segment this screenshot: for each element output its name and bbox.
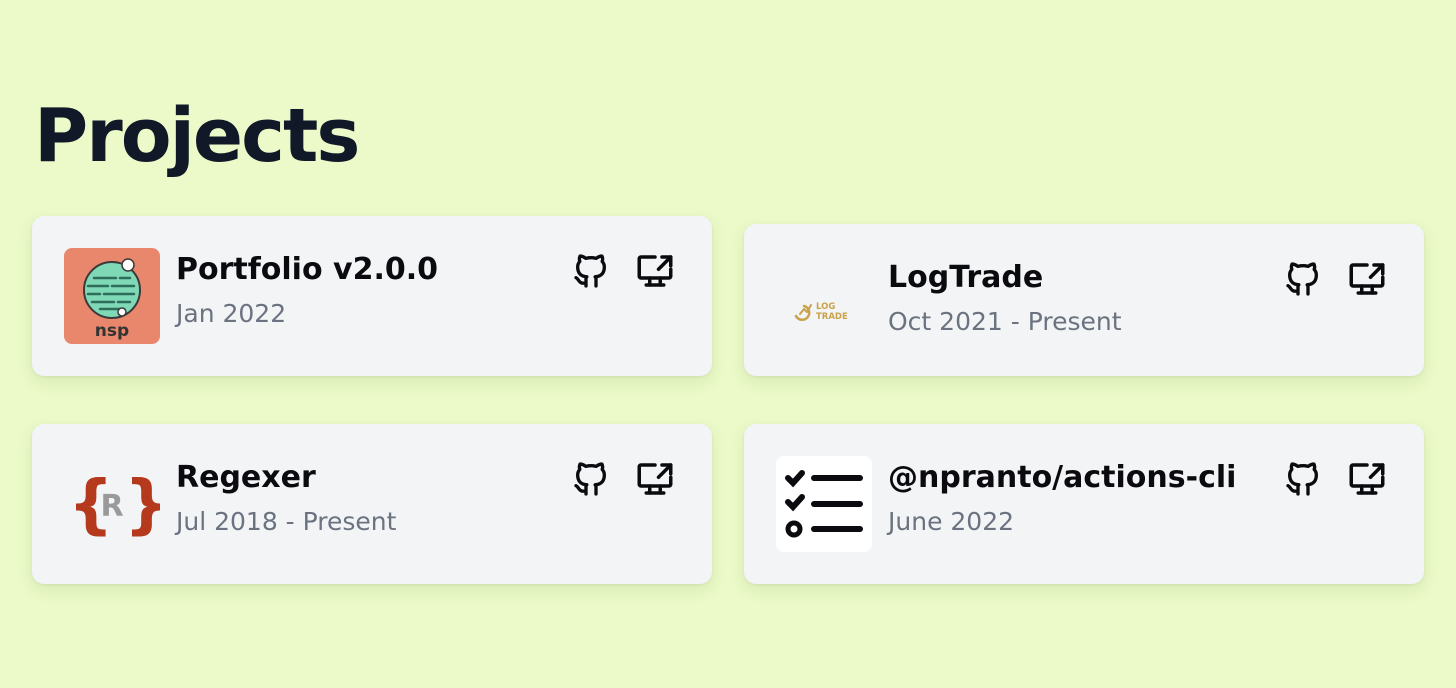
- svg-text:TRADE: TRADE: [816, 312, 848, 322]
- svg-text:nsp: nsp: [95, 321, 129, 341]
- github-icon[interactable]: [1282, 458, 1324, 500]
- project-card-logtrade[interactable]: LOG TRADE LogTrade Oct 2021 - Present: [744, 224, 1424, 376]
- project-date: Jan 2022: [176, 299, 287, 328]
- external-link-monitor-icon[interactable]: [1346, 458, 1388, 500]
- github-icon[interactable]: [570, 250, 612, 292]
- project-date: Jul 2018 - Present: [176, 507, 397, 536]
- checklist-logo: [776, 456, 872, 552]
- regexer-logo: { } R: [64, 456, 160, 552]
- external-link-monitor-icon[interactable]: [1346, 258, 1388, 300]
- external-link-monitor-icon[interactable]: [634, 458, 676, 500]
- logtrade-logo: LOG TRADE: [776, 256, 872, 352]
- github-icon[interactable]: [1282, 258, 1324, 300]
- svg-text:LOG: LOG: [816, 302, 835, 312]
- svg-text:R: R: [100, 489, 123, 524]
- project-card-regexer[interactable]: { } R Regexer Jul 2018 - Present: [32, 424, 712, 584]
- external-link-monitor-icon[interactable]: [634, 250, 676, 292]
- nsp-globe-logo: nsp: [64, 248, 160, 344]
- project-card-actions-cli[interactable]: @npranto/actions-cli June 2022: [744, 424, 1424, 584]
- github-icon[interactable]: [570, 458, 612, 500]
- project-card-portfolio[interactable]: nsp Portfolio v2.0.0 Jan 2022: [32, 216, 712, 376]
- project-name[interactable]: @npranto/actions-cli: [888, 460, 1236, 495]
- project-name[interactable]: Portfolio v2.0.0: [176, 252, 438, 287]
- section-title: Projects: [34, 93, 360, 179]
- projects-section: Projects nsp Portfolio v2.0.0 Jan 2022 L…: [0, 0, 1456, 688]
- project-date: June 2022: [888, 507, 1015, 536]
- project-name[interactable]: LogTrade: [888, 260, 1043, 295]
- project-name[interactable]: Regexer: [176, 460, 316, 495]
- svg-text:}: }: [124, 468, 160, 542]
- project-date: Oct 2021 - Present: [888, 307, 1122, 336]
